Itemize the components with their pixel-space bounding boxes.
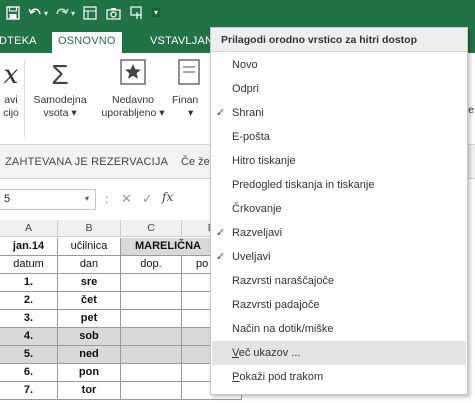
cell-dop[interactable]	[121, 346, 182, 364]
cell-date[interactable]: 7.	[0, 382, 58, 400]
checkmark-icon: ✓	[216, 251, 226, 263]
cell-dop[interactable]	[121, 292, 182, 310]
cell-dop[interactable]	[121, 310, 182, 328]
menu-item[interactable]: Črkovanje	[212, 197, 466, 221]
redo-dropdown-icon[interactable]: ▾	[71, 9, 75, 18]
menu-item-label: Predogled tiskanja in tiskanje	[232, 179, 375, 191]
tab-knjiznica[interactable]: DTEKA	[0, 35, 37, 47]
tab-osnovno[interactable]: OSNOVNO	[52, 32, 122, 53]
menu-item-label: Shrani	[232, 107, 264, 119]
menu-item[interactable]: ✓ Razveljavi	[212, 221, 466, 245]
cell-day[interactable]: pet	[58, 310, 121, 328]
quick-access-toolbar: ▾ ▾ ▾	[0, 0, 475, 29]
cell-day[interactable]: sob	[58, 328, 121, 346]
tab-vstavljanje[interactable]: VSTAVLJAN	[150, 35, 213, 47]
menu-item-label: Odpri	[232, 83, 259, 95]
cell-a-header1[interactable]: jan.14	[0, 238, 58, 256]
cell-day[interactable]: čet	[58, 292, 121, 310]
cell-date[interactable]: 2.	[0, 292, 58, 310]
menu-item-access-key: V	[232, 347, 239, 359]
camera-icon[interactable]	[106, 6, 121, 22]
cell-date[interactable]: 4.	[0, 328, 58, 346]
undo-icon[interactable]	[28, 6, 42, 22]
touch-mode-icon[interactable]	[130, 6, 144, 22]
cell-date[interactable]: 1.	[0, 274, 58, 292]
name-box[interactable]: 5 ▾	[0, 189, 96, 210]
insert-function-button[interactable]: x avi cijo	[0, 59, 22, 120]
menu-item-label: Novo	[232, 59, 258, 71]
menu-item-label: Razveljavi	[232, 227, 283, 239]
cell-a-header2[interactable]: datum	[0, 256, 58, 274]
cell-day[interactable]: pon	[58, 364, 121, 382]
undo-dropdown-icon[interactable]: ▾	[44, 9, 48, 18]
cell-day[interactable]: ned	[58, 346, 121, 364]
menu-title: Prilagodi orodno vrstico za hitri dostop	[211, 28, 467, 52]
checkmark-icon: ✓	[216, 227, 226, 239]
sigma-icon: Σ	[51, 59, 69, 90]
cell-date[interactable]: 5.	[0, 346, 58, 364]
menu-item-label: E-pošta	[232, 131, 270, 143]
redo-icon[interactable]	[55, 6, 69, 22]
menu-item[interactable]: Odpri	[212, 77, 466, 101]
cell-b-header1[interactable]: učilnica	[58, 238, 121, 256]
table-icon[interactable]	[83, 6, 97, 22]
menu-item-label: okaži pod trakom	[239, 371, 324, 383]
ribbon-right-edge-label: e	[468, 104, 474, 116]
cancel-icon[interactable]: ✕	[121, 191, 132, 207]
cell-c-header2[interactable]: dop.	[121, 256, 182, 274]
menu-item-label: eč ukazov ...	[238, 347, 301, 359]
column-header-c[interactable]: C	[121, 220, 182, 237]
message-bar-text: Če že	[181, 156, 210, 168]
menu-item[interactable]: Več ukazov ...	[212, 341, 466, 365]
formula-bar-grip: :	[105, 192, 109, 206]
ribbon-separator	[24, 59, 25, 137]
menu-item-label: Uveljavi	[232, 251, 271, 263]
star-icon	[96, 59, 170, 91]
menu-item-label: Razvrsti naraščajoče	[232, 275, 335, 287]
function-icon: x	[3, 60, 19, 90]
cell-date[interactable]: 6.	[0, 364, 58, 382]
enter-icon[interactable]: ✓	[142, 191, 153, 207]
financial-icon	[178, 59, 208, 91]
insert-function-icon[interactable]: fx	[162, 190, 173, 204]
menu-item-label: Razvrsti padajoče	[232, 299, 320, 311]
cell-dop[interactable]	[121, 382, 182, 400]
menu-item[interactable]: ✓ Shrani	[212, 101, 466, 125]
cell-dop[interactable]	[121, 328, 182, 346]
checkmark-icon: ✓	[216, 107, 226, 119]
message-bar-title: ZAHTEVANA JE REZERVACIJA	[5, 156, 169, 168]
column-header-a[interactable]: A	[0, 220, 58, 237]
menu-item[interactable]: Razvrsti padajoče	[212, 293, 466, 317]
autosum-button[interactable]: Σ Samodejna vsota ▾	[26, 59, 94, 120]
menu-item[interactable]: ✓ Uveljavi	[212, 245, 466, 269]
menu-item[interactable]: Razvrsti naraščajoče	[212, 269, 466, 293]
cell-dop[interactable]	[121, 274, 182, 292]
cell-dop[interactable]	[121, 364, 182, 382]
financial-button[interactable]: Finan ▾	[172, 59, 208, 120]
save-icon[interactable]	[6, 6, 20, 22]
cell-day[interactable]: sre	[58, 274, 121, 292]
menu-item[interactable]: E-pošta	[212, 125, 466, 149]
cell-date[interactable]: 3.	[0, 310, 58, 328]
menu-item[interactable]: Pokaži pod trakom	[212, 365, 466, 389]
cell-b-header2[interactable]: dan	[58, 256, 121, 274]
column-header-b[interactable]: B	[58, 220, 121, 237]
menu-item[interactable]: Novo	[212, 53, 466, 77]
customize-qat-icon[interactable]: ▾	[152, 8, 161, 17]
menu-item-label: Črkovanje	[232, 203, 282, 215]
recently-used-button[interactable]: Nedavno uporabljeno ▾	[96, 59, 170, 120]
menu-item[interactable]: Način na dotik/miške	[212, 317, 466, 341]
cell-day[interactable]: tor	[58, 382, 121, 400]
menu-item-label: Hitro tiskanje	[232, 155, 296, 167]
menu-item-label: Način na dotik/miške	[232, 323, 334, 335]
customize-qat-menu: Prilagodi orodno vrstico za hitri dostop…	[210, 27, 468, 395]
name-box-dropdown-icon[interactable]: ▾	[85, 194, 89, 203]
menu-item[interactable]: Hitro tiskanje	[212, 149, 466, 173]
menu-item[interactable]: Predogled tiskanja in tiskanje	[212, 173, 466, 197]
